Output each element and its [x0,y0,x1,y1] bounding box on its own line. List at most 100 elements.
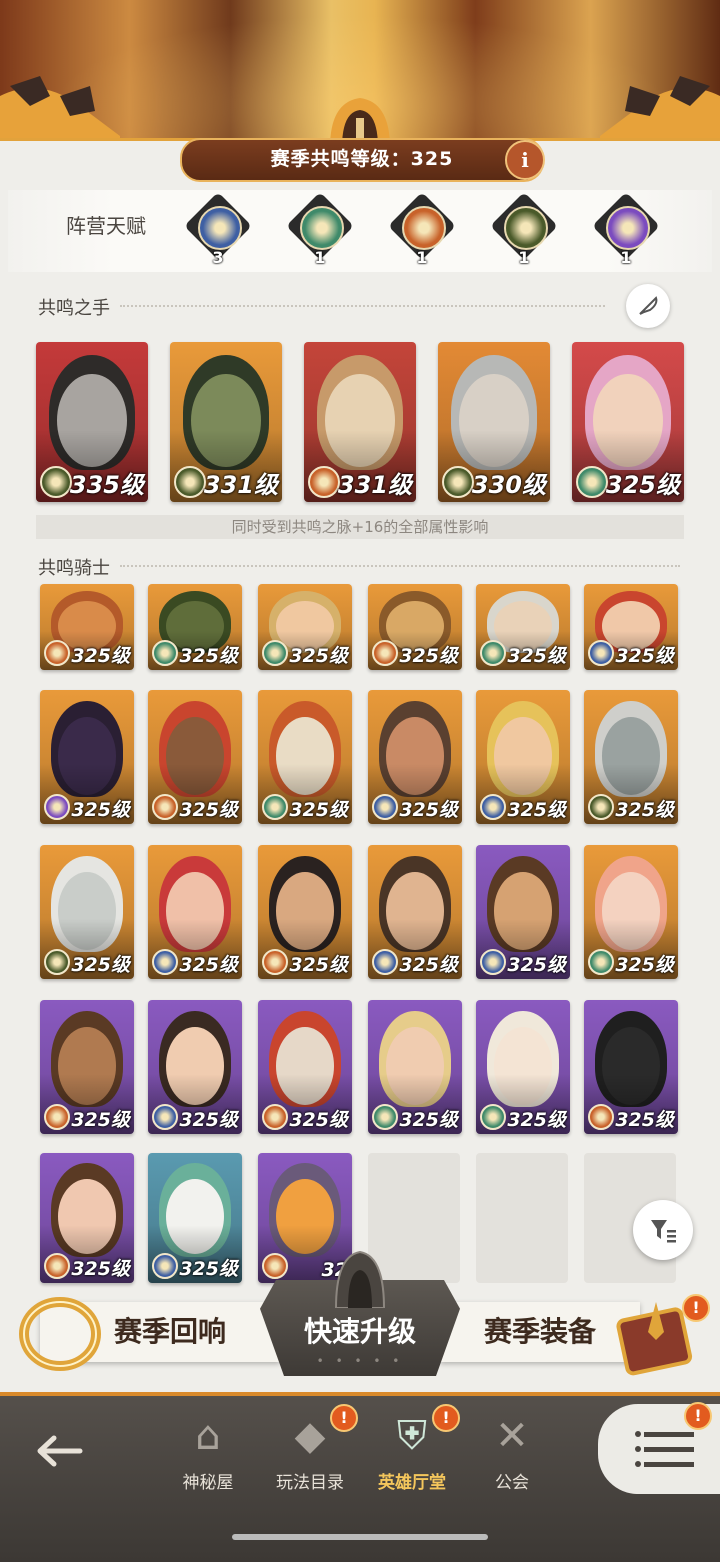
faction-count: 3 [212,248,224,267]
hero-level: 325级 [289,954,348,976]
faction-badge-icon [588,1104,614,1130]
equipment-alert-badge: ! [682,1294,710,1322]
resonance-knight-card[interactable]: 325级 [476,584,570,670]
hero-level: 325级 [179,954,238,976]
resonance-knight-card[interactable]: 325级 [258,845,352,979]
resonance-knight-card[interactable]: 325级 [148,1000,242,1134]
faction-badge-icon [372,794,398,820]
nav-label: 神秘屋 [182,1473,234,1493]
resonance-knight-card[interactable]: 325级 [40,1000,134,1134]
faction-badge-icon [480,794,506,820]
resonance-knight-card[interactable]: 325级 [148,1153,242,1283]
faction-count: 1 [314,248,326,267]
helmet-icon [334,1250,386,1308]
quick-upgrade-dots: • • • • • [316,1354,404,1368]
resonance-knight-card[interactable]: 325级 [476,690,570,824]
resonance-knight-card[interactable]: 325级 [368,584,462,670]
faction-badge-icon [262,949,288,975]
filter-icon[interactable] [633,1200,693,1260]
resonance-knight-card[interactable]: 325级 [476,845,570,979]
hero-level: 325级 [289,799,348,821]
faction-count: 1 [620,248,632,267]
nav-item-guild[interactable]: ✕ 公会 [462,1408,562,1493]
back-arrow-icon[interactable] [30,1426,90,1476]
ring-icon [19,1297,101,1371]
info-icon[interactable]: i [505,140,545,180]
resonance-hand-card[interactable]: 330级 [438,342,550,502]
faction-talent-4[interactable]: 1 [592,192,660,268]
faction-badge-icon [152,794,178,820]
hero-level: 335级 [69,471,144,499]
hero-level: 325级 [399,1109,458,1131]
resonance-knight-card[interactable]: 325级 [368,690,462,824]
section-divider [120,565,680,567]
faction-badge-icon [40,466,72,498]
faction-talent-1[interactable]: 1 [286,192,354,268]
graveborn-icon [504,206,548,250]
faction-badge-icon [44,949,70,975]
hero-level: 325级 [289,1109,348,1131]
hero-level: 325级 [507,799,566,821]
hero-level: 325级 [605,471,680,499]
nav-item-hero-hall[interactable]: ⛨ 英雄厅堂! [362,1404,462,1493]
mauler-icon [402,206,446,250]
resonance-note: 同时受到共鸣之脉+16的全部属性影响 [36,515,684,539]
faction-badge-icon [44,640,70,666]
left-crest-ornament [0,76,120,146]
hero-level: 325级 [615,645,674,667]
hero-level: 325级 [289,645,348,667]
hero-level: 325级 [507,645,566,667]
hero-level: 330级 [471,471,546,499]
hero-level: 325级 [179,645,238,667]
resonance-knights-title: 共鸣骑士 [38,558,110,579]
resonance-knight-card[interactable]: 325级 [584,845,678,979]
faction-badge-icon [588,794,614,820]
hero-level: 325级 [507,954,566,976]
resonance-knight-card[interactable]: 325级 [40,584,134,670]
action-bar: 赛季回响 赛季装备 ! 快速升级 • • • • • [0,1250,720,1390]
wilder-icon [300,206,344,250]
nav-item-mystery-hut[interactable]: ⌂ 神秘屋 [158,1408,258,1493]
quill-edit-icon[interactable] [626,284,670,328]
faction-talent-3[interactable]: 1 [490,192,558,268]
resonance-knight-card[interactable]: 325级 [368,845,462,979]
resonance-knight-card[interactable]: 325级 [148,690,242,824]
hero-level: 325级 [179,1258,238,1280]
resonance-hand-card[interactable]: 325级 [572,342,684,502]
faction-talent-0[interactable]: 3 [184,192,252,268]
resonance-knight-card[interactable]: 325级 [148,845,242,979]
resonance-hand-card[interactable]: 331级 [170,342,282,502]
resonance-knight-card[interactable]: 325级 [584,690,678,824]
faction-badge-icon [152,640,178,666]
faction-badge-icon [576,466,608,498]
faction-badge-icon [44,1253,70,1279]
resonance-knight-card[interactable]: 325级 [258,1000,352,1134]
resonance-knight-card[interactable]: 325级 [258,690,352,824]
guild-icon: ✕ [495,1413,529,1459]
resonance-knight-card[interactable]: 325级 [40,845,134,979]
resonance-knight-card[interactable]: 325级 [148,584,242,670]
nav-item-game-modes[interactable]: ◆ 玩法目录! [260,1404,360,1493]
resonance-knight-card[interactable]: 325级 [258,584,352,670]
mystery-hut-icon: ⌂ [195,1413,221,1459]
resonance-knight-card[interactable]: 325级 [368,1000,462,1134]
hero-level: 325级 [399,799,458,821]
resonance-hand-card[interactable]: 335级 [36,342,148,502]
resonance-hand-card[interactable]: 331级 [304,342,416,502]
empty-hero-slot [476,1153,568,1283]
faction-badge-icon [262,794,288,820]
faction-badge-icon [174,466,206,498]
quick-upgrade-label: 快速升级 [303,1315,416,1348]
resonance-knight-card[interactable]: 325级 [40,1153,134,1283]
faction-badge-icon [308,466,340,498]
resonance-knight-card[interactable]: 325级 [584,1000,678,1134]
hero-level: 325级 [615,799,674,821]
nav-label: 英雄厅堂 [378,1473,446,1493]
resonance-knight-card[interactable]: 325级 [476,1000,570,1134]
resonance-knight-card[interactable]: 325级 [584,584,678,670]
faction-badge-icon [480,1104,506,1130]
faction-badge-icon [262,640,288,666]
faction-talent-2[interactable]: 1 [388,192,456,268]
menu-list-icon [635,1431,694,1467]
resonance-knight-card[interactable]: 325级 [40,690,134,824]
